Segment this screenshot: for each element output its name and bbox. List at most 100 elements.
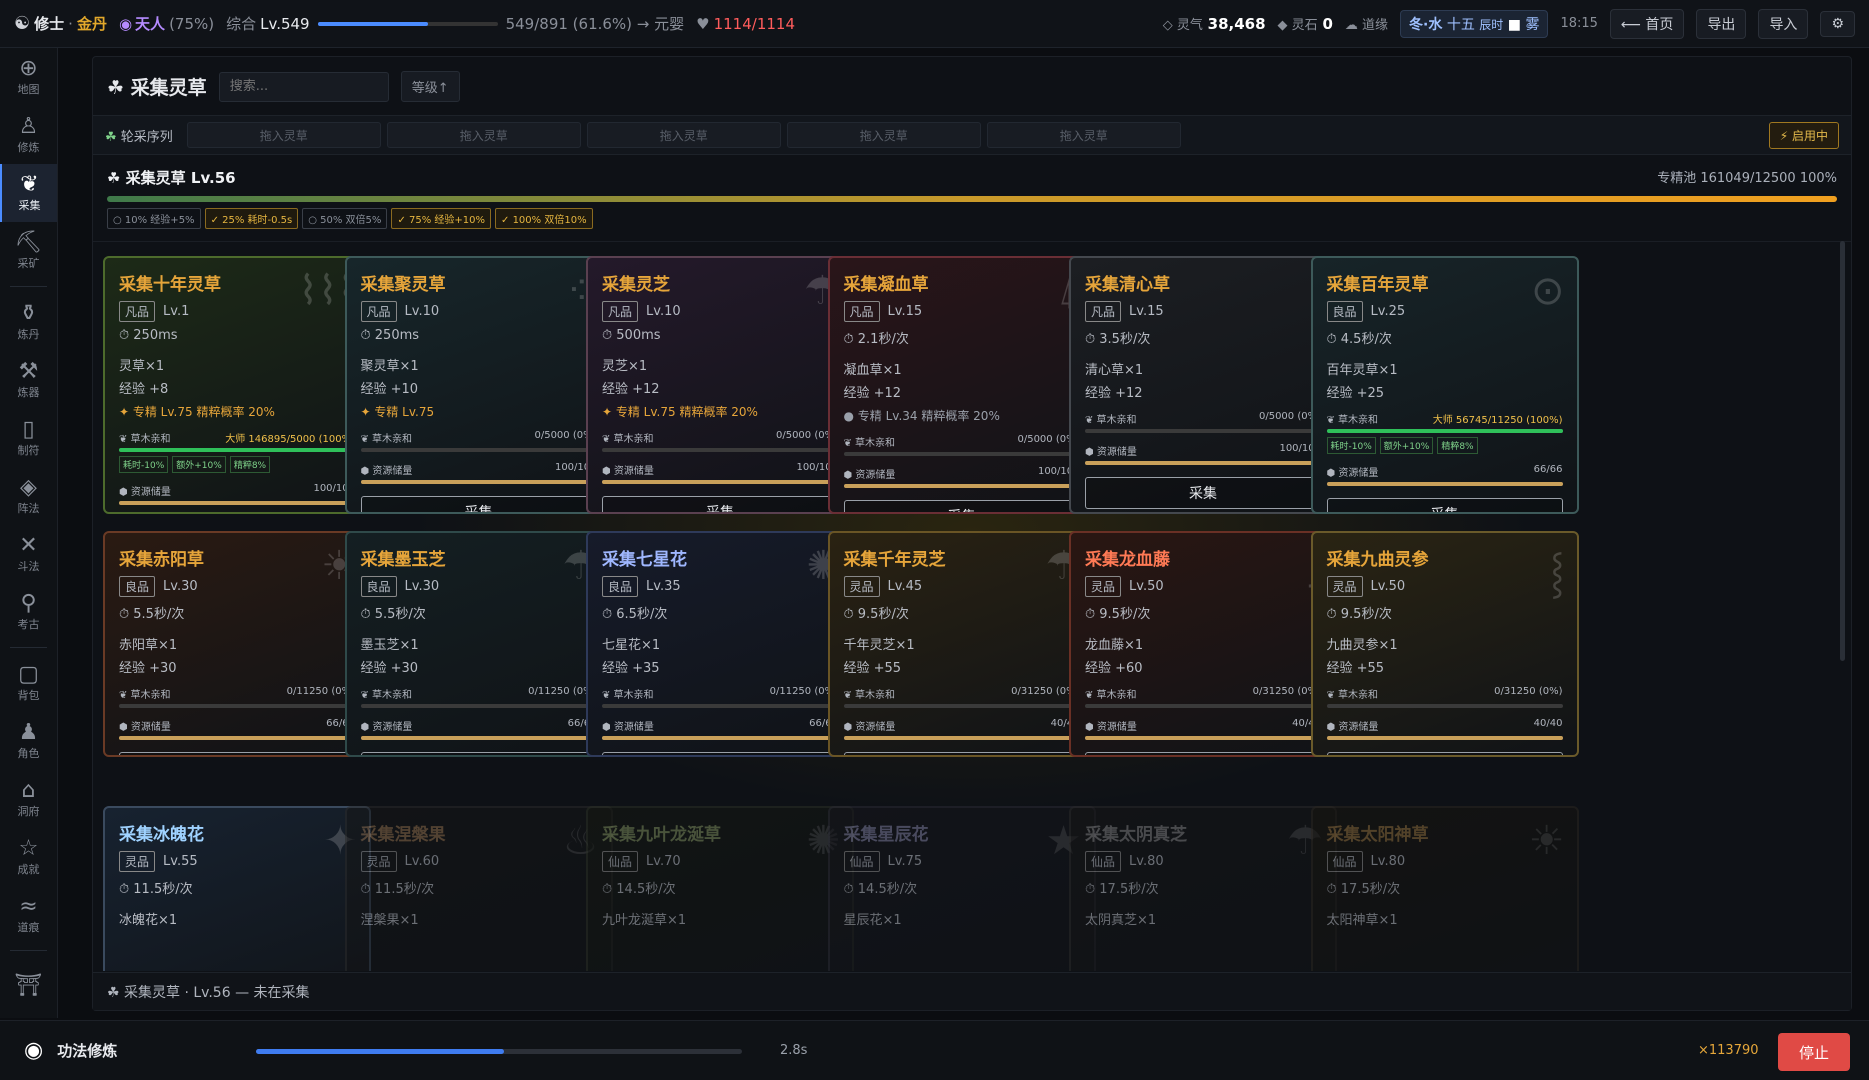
card-yield: 太阳神草×1 [1326, 913, 1398, 928]
rotation-bar: ☘ 轮采序列 拖入灵草 拖入灵草 拖入灵草 拖入灵草 拖入灵草 ⚡ 启用中 [93, 115, 1851, 155]
resource-row: ⬢ 资源储量 66/66 [119, 718, 355, 733]
rotation-slot[interactable]: 拖入灵草 [586, 122, 781, 148]
resource-bar [1085, 736, 1321, 740]
tier-indicator: ◉ 天人 (75%) [119, 13, 214, 34]
card-yield: 清心草×1 [1085, 363, 1144, 378]
gather-button[interactable]: 采集 [843, 752, 1080, 755]
resource-bar [843, 484, 1080, 488]
sidebar-item-2[interactable]: ❦ 采集 [0, 164, 57, 222]
resource-row: ⬢ 资源储量 100/100 [1085, 443, 1321, 458]
sidebar-icon: ⛏ [14, 230, 43, 255]
affinity-bar [360, 704, 597, 708]
gather-button[interactable]: 采集 [602, 752, 838, 755]
modifier-tag: 耗时-10% [119, 456, 169, 473]
settings-button[interactable]: ⚙ [1820, 10, 1855, 37]
sidebar-label: 制符 [17, 444, 40, 457]
sort-button[interactable]: 等级↑ [400, 71, 460, 102]
mastery-tag: ○ 50% 双倍5% [302, 208, 388, 229]
sidebar-item-12[interactable]: ⌂ 洞府 [0, 770, 57, 828]
affinity-label: ❦ 草木亲和 [1326, 415, 1379, 426]
qi-display: ◇ 灵气 38,468 [1162, 15, 1266, 33]
sidebar-item-4[interactable]: ⚱ 炼丹 [0, 293, 57, 351]
gather-button[interactable]: 采集 [602, 496, 838, 512]
resource-row: ⬢ 资源储量 66/66 [602, 718, 838, 733]
card-meta: 灵品 Lv.45 [843, 576, 1080, 597]
gather-button[interactable]: 采集 [360, 752, 597, 755]
card-title: 采集赤阳草 [119, 550, 204, 570]
gather-button[interactable]: 采集 [843, 500, 1080, 512]
herb-card: ✺ 采集七星花 良品 Lv.35 ⏱ 6.5秒/次 七星花×1 经验 +35 ❦ 草木亲和 0/… [586, 531, 854, 757]
resource-row: ⬢ 资源储量 100/100 [119, 483, 355, 498]
gather-button[interactable]: 采集 [1326, 498, 1563, 512]
card-yield: 凝血草×1 [843, 363, 902, 378]
sidebar-icon: ⚒ [18, 359, 39, 384]
card-xp: 经验 +55 [843, 661, 902, 676]
sidebar-item-0[interactable]: ⊕ 地图 [0, 48, 57, 106]
sidebar-item-9[interactable]: ⚲ 考古 [0, 583, 57, 641]
resource-row: ⬢ 资源储量 66/66 [1327, 464, 1563, 479]
affinity-bar [1085, 704, 1321, 708]
rotation-slot[interactable]: 拖入灵草 [986, 122, 1181, 148]
affinity-label: ❦ 草木亲和 [602, 690, 654, 701]
scrollbar[interactable] [1840, 241, 1845, 661]
stop-button[interactable]: 停止 [1778, 1033, 1850, 1071]
card-yield: 冰魄花×1 [119, 913, 178, 928]
search-input[interactable] [218, 71, 389, 102]
card-xp: 经验 +55 [1326, 661, 1385, 676]
sidebar-item-15[interactable]: ⛩ [0, 957, 57, 1015]
card-title: 采集百年灵草 [1326, 275, 1429, 295]
gather-button[interactable]: 采集 [1085, 752, 1321, 755]
sidebar-item-1[interactable]: ♙ 修炼 [0, 106, 57, 164]
action-progress [256, 1049, 742, 1054]
sidebar: ⊕ 地图 ♙ 修炼 ❦ 采集 ⛏ 采矿 ⚱ 炼丹 ⚒ 炼器 ▯ 制符 ◈ 阵法 ✕ 斗法 ⚲ 考古 ▢ 背包 ♟ 角色 ⌂ 洞府 ☆… [0, 48, 58, 1018]
rarity-badge: 仙品 [1085, 851, 1122, 872]
rarity-badge: 凡品 [119, 301, 156, 322]
gather-button[interactable]: 采集 [360, 496, 597, 512]
export-button[interactable]: 导出 [1696, 8, 1747, 39]
level-label: 综合 [226, 15, 257, 33]
sidebar-label: 角色 [17, 747, 40, 760]
sidebar-item-13[interactable]: ☆ 成就 [0, 828, 57, 886]
card-yield: 赤阳草×1 [119, 638, 178, 653]
card-mastery: ✦ 专精 Lv.75 [360, 405, 435, 419]
sidebar-item-10[interactable]: ▢ 背包 [0, 654, 57, 712]
resource-bar [1326, 482, 1563, 486]
rotation-slot[interactable]: 拖入灵草 [186, 122, 381, 148]
gather-button[interactable]: 采集 [1085, 477, 1321, 509]
card-meta: 凡品 Lv.10 [360, 301, 597, 322]
card-yield: 灵草×1 [119, 359, 165, 374]
sidebar-item-7[interactable]: ◈ 阵法 [0, 467, 57, 525]
herb-card: ⊙ 采集百年灵草 良品 Lv.25 ⏱ 4.5秒/次 百年灵草×1 经验 +25 ❦ 草木亲和… [1310, 256, 1579, 514]
card-yield: 灵芝×1 [602, 359, 648, 374]
herb-card: ☀ 采集赤阳草 良品 Lv.30 ⏱ 5.5秒/次 赤阳草×1 经验 +30 ❦ 草木亲和 0/… [103, 531, 371, 757]
sidebar-icon: ☆ [18, 836, 39, 861]
sidebar-item-6[interactable]: ▯ 制符 [0, 409, 57, 467]
tier-icon: ◉ [118, 14, 133, 33]
rotation-slot[interactable]: 拖入灵草 [386, 122, 581, 148]
card-xp: 经验 +8 [119, 382, 169, 397]
rotation-slot[interactable]: 拖入灵草 [786, 122, 981, 148]
sidebar-item-11[interactable]: ♟ 角色 [0, 712, 57, 770]
card-xp: 经验 +12 [843, 386, 902, 401]
card-time: ⏱ 11.5秒/次 [119, 882, 193, 897]
gather-button[interactable]: 采集 [119, 752, 355, 755]
card-time: ⏱ 250ms [360, 328, 420, 343]
card-time: ⏱ 5.5秒/次 [360, 607, 426, 622]
sidebar-item-3[interactable]: ⛏ 采矿 [0, 222, 57, 280]
rotation-active-button[interactable]: ⚡ 启用中 [1768, 121, 1839, 149]
rarity-badge: 仙品 [1326, 851, 1363, 872]
rarity-badge: 良品 [360, 576, 397, 597]
sidebar-item-14[interactable]: ≈ 道痕 [0, 886, 57, 944]
mastery-tag: ✓ 25% 耗时-0.5s [204, 208, 299, 229]
card-time: ⏱ 11.5秒/次 [360, 882, 435, 897]
card-meta: 仙品 Lv.70 [602, 851, 838, 872]
import-button[interactable]: 导入 [1758, 8, 1809, 39]
resource-bar [843, 736, 1080, 740]
sidebar-item-8[interactable]: ✕ 斗法 [0, 525, 57, 583]
sidebar-item-5[interactable]: ⚒ 炼器 [0, 351, 57, 409]
gather-button[interactable]: 采集 [1326, 752, 1563, 755]
home-button[interactable]: ⟵ 首页 [1609, 8, 1685, 39]
card-title: 采集九曲灵参 [1326, 550, 1429, 570]
sidebar-icon: ◈ [20, 475, 37, 500]
card-time: ⏱ 5.5秒/次 [119, 607, 185, 622]
